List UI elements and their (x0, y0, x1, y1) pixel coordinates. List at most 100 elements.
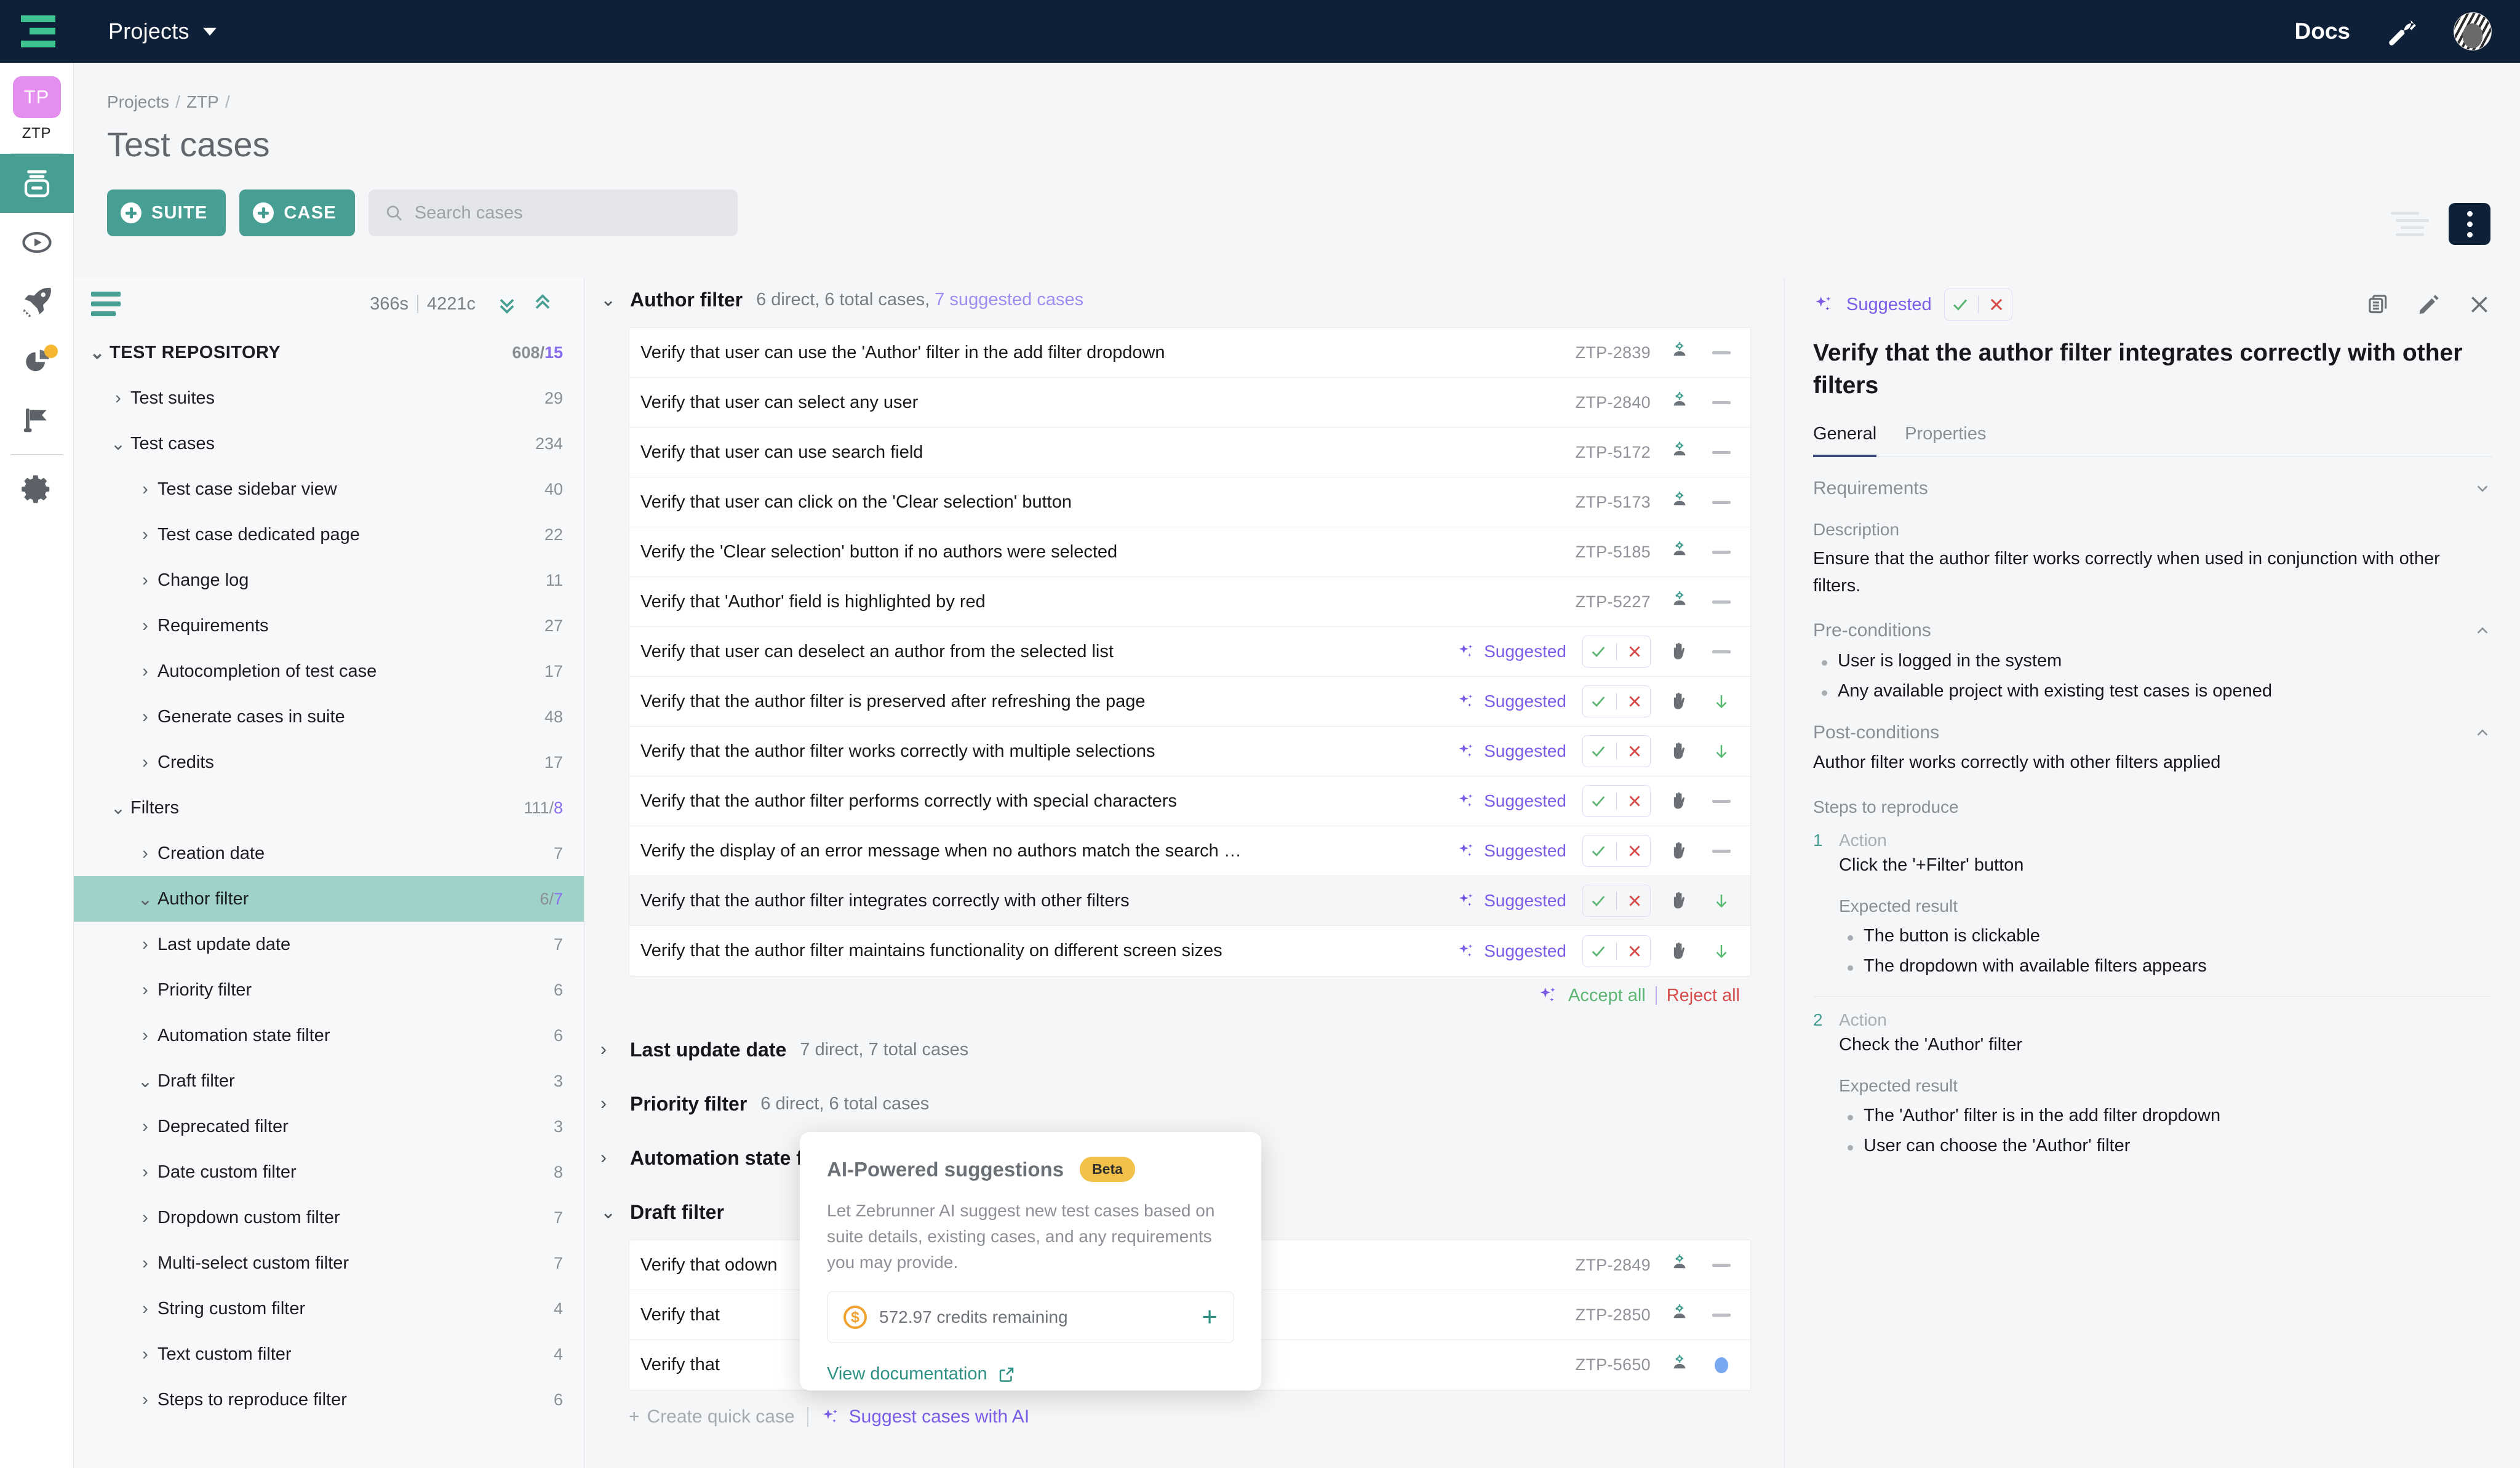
chevron-right-icon[interactable]: › (133, 1344, 158, 1365)
accept-suggestion-button[interactable] (1585, 788, 1611, 814)
requirements-section-header[interactable]: Requirements (1813, 478, 2492, 499)
tree-node-test-cases[interactable]: ⌄ Test cases 234 (74, 421, 584, 466)
move-down-icon[interactable] (1709, 888, 1734, 914)
automation-state-icon[interactable] (1667, 1302, 1693, 1328)
accept-all-button[interactable]: Accept all (1568, 986, 1646, 1006)
chevron-right-icon[interactable]: › (133, 570, 158, 591)
wrench-icon[interactable] (2386, 15, 2418, 47)
manual-hand-icon[interactable] (1667, 788, 1693, 814)
add-suite-button[interactable]: SUITE (107, 189, 226, 236)
automation-state-icon[interactable] (1667, 340, 1693, 365)
tree-node-requirements[interactable]: › Requirements 27 (74, 603, 584, 648)
chevron-down-icon[interactable]: ⌄ (133, 888, 158, 910)
chevron-right-icon[interactable]: › (133, 1299, 158, 1319)
duplicate-icon[interactable] (2366, 292, 2391, 317)
table-row[interactable]: Verify that the author filter integrates… (629, 876, 1750, 926)
tree-node-generate-cases-in-suite[interactable]: › Generate cases in suite 48 (74, 694, 584, 740)
tree-node-change-log[interactable]: › Change log 11 (74, 557, 584, 603)
manual-hand-icon[interactable] (1667, 688, 1693, 714)
chevron-right-icon[interactable]: › (133, 844, 158, 864)
tree-node-deprecated-filter[interactable]: › Deprecated filter 3 (74, 1104, 584, 1149)
move-down-icon[interactable] (1709, 738, 1734, 764)
preconditions-section-header[interactable]: Pre-conditions (1813, 620, 2492, 641)
accept-suggestion-button[interactable] (1947, 292, 1973, 317)
reject-suggestion-button[interactable] (1622, 838, 1648, 864)
tree-node-test-suites[interactable]: › Test suites 29 (74, 375, 584, 421)
table-row[interactable]: Verify that user can select any user ZTP-… (629, 378, 1750, 428)
add-credits-button[interactable]: + (1202, 1304, 1218, 1331)
app-logo[interactable] (0, 15, 76, 47)
manual-hand-icon[interactable] (1667, 938, 1693, 964)
projects-dropdown[interactable]: Projects (108, 18, 217, 44)
tree-node-test-case-sidebar-view[interactable]: › Test case sidebar view 40 (74, 466, 584, 512)
automation-state-icon[interactable] (1667, 439, 1693, 465)
tree-node-autocompletion-of-test-case[interactable]: › Autocompletion of test case 17 (74, 648, 584, 694)
tab-properties[interactable]: Properties (1905, 424, 1986, 457)
chevron-right-icon[interactable]: › (133, 479, 158, 500)
tree-node-filters[interactable]: ⌄ Filters 111/8 (74, 785, 584, 831)
move-down-icon[interactable] (1709, 938, 1734, 964)
tree-node-priority-filter[interactable]: › Priority filter 6 (74, 967, 584, 1013)
rail-item-test-runs[interactable] (0, 213, 74, 272)
chevron-right-icon[interactable]: › (133, 1162, 158, 1183)
tree-node-automation-state-filter[interactable]: › Automation state filter 6 (74, 1013, 584, 1058)
reject-suggestion-button[interactable] (1622, 788, 1648, 814)
close-icon[interactable] (2467, 292, 2492, 317)
tree-node-test-repository[interactable]: ⌄ TEST REPOSITORY 608/15 (74, 330, 584, 375)
list-density-icon[interactable] (2391, 212, 2429, 236)
chevron-right-icon[interactable]: › (133, 661, 158, 682)
table-row[interactable]: Verify that the author filter performs c… (629, 776, 1750, 826)
reject-suggestion-button[interactable] (1984, 292, 2009, 317)
automation-state-icon[interactable] (1667, 1352, 1693, 1378)
accept-suggestion-button[interactable] (1585, 888, 1611, 914)
chevron-down-icon[interactable]: ⌄ (106, 797, 130, 819)
add-case-button[interactable]: CASE (239, 189, 355, 236)
avatar[interactable] (2454, 12, 2492, 50)
chevron-down-icon[interactable]: ⌄ (106, 433, 130, 455)
reject-suggestion-button[interactable] (1622, 738, 1648, 764)
tree-node-date-custom-filter[interactable]: › Date custom filter 8 (74, 1149, 584, 1195)
chevron-right-icon[interactable]: › (133, 1208, 158, 1228)
automation-state-icon[interactable] (1667, 589, 1693, 615)
tree-node-author-filter[interactable]: ⌄ Author filter 6/7 (74, 876, 584, 922)
project-badge[interactable]: TP (12, 76, 61, 118)
accept-suggestion-button[interactable] (1585, 738, 1611, 764)
table-row[interactable]: Verify that user can use the 'Author' fi… (629, 328, 1750, 378)
accept-suggestion-button[interactable] (1585, 639, 1611, 664)
chevron-right-icon[interactable]: › (133, 707, 158, 727)
reject-suggestion-button[interactable] (1622, 938, 1648, 964)
manual-hand-icon[interactable] (1667, 738, 1693, 764)
table-row[interactable]: Verify that user can click on the 'Clear… (629, 477, 1750, 527)
chevron-right-icon[interactable]: › (133, 616, 158, 636)
tree-node-credits[interactable]: › Credits 17 (74, 740, 584, 785)
section-header-priority-filter[interactable]: › Priority filter 6 direct, 6 total case… (584, 1082, 1784, 1125)
chevron-right-icon[interactable]: › (133, 1390, 158, 1410)
tree-node-test-case-dedicated-page[interactable]: › Test case dedicated page 22 (74, 512, 584, 557)
rail-item-milestones[interactable] (0, 390, 74, 449)
suggest-cases-with-ai-button[interactable]: Suggest cases with AI (821, 1406, 1029, 1427)
accept-suggestion-button[interactable] (1585, 938, 1611, 964)
tree-node-draft-filter[interactable]: ⌄ Draft filter 3 (74, 1058, 584, 1104)
manual-hand-icon[interactable] (1667, 639, 1693, 664)
tree-node-last-update-date[interactable]: › Last update date 7 (74, 922, 584, 967)
rail-item-reporting[interactable] (0, 331, 74, 390)
reject-all-button[interactable]: Reject all (1667, 986, 1740, 1006)
tree-node-text-custom-filter[interactable]: › Text custom filter 4 (74, 1331, 584, 1377)
more-options-button[interactable] (2449, 203, 2490, 245)
tree-node-steps-to-reproduce-filter[interactable]: › Steps to reproduce filter 6 (74, 1377, 584, 1422)
rail-item-test-repository[interactable] (0, 154, 74, 213)
chevrons-down-icon[interactable] (493, 290, 521, 318)
view-documentation-link[interactable]: View documentation (827, 1364, 1234, 1384)
automation-state-icon[interactable] (1667, 1252, 1693, 1278)
tree-node-dropdown-custom-filter[interactable]: › Dropdown custom filter 7 (74, 1195, 584, 1240)
chevron-right-icon[interactable]: › (133, 752, 158, 773)
automation-state-icon[interactable] (1667, 539, 1693, 565)
accept-suggestion-button[interactable] (1585, 688, 1611, 714)
manual-hand-icon[interactable] (1667, 888, 1693, 914)
pencil-icon[interactable] (2417, 292, 2441, 317)
accept-suggestion-button[interactable] (1585, 838, 1611, 864)
table-row[interactable]: Verify the display of an error message w… (629, 826, 1750, 876)
tree-node-multi-select-custom-filter[interactable]: › Multi-select custom filter 7 (74, 1240, 584, 1286)
reject-suggestion-button[interactable] (1622, 688, 1648, 714)
chevron-right-icon[interactable]: › (133, 1026, 158, 1046)
